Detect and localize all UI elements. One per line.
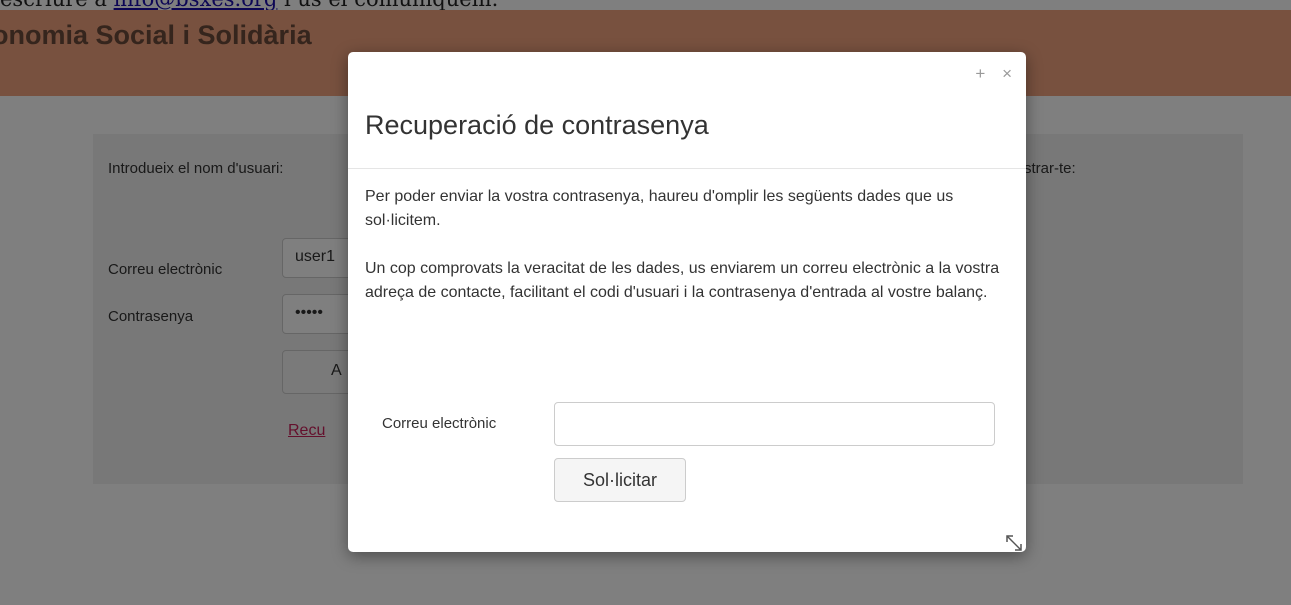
confirmation-paragraph: Un cop comprovats la veracitat de les da… [365,260,1000,301]
request-button[interactable]: Sol·licitar [554,458,686,502]
recovery-email-input[interactable] [554,402,995,446]
close-icon[interactable]: × [1002,64,1012,83]
password-recovery-dialog: + × Recuperació de contrasenya Per poder… [348,52,1026,552]
modal-divider [348,168,1026,169]
modal-title: Recuperació de contrasenya [365,110,709,140]
maximize-icon[interactable]: + [975,64,985,83]
recovery-email-label: Correu electrònic [382,415,497,432]
modal-toolbar: + × [963,64,1012,84]
instructions-paragraph: Per poder enviar la vostra contrasenya, … [365,188,954,229]
resize-handle-icon[interactable] [1003,532,1025,554]
modal-body: Per poder enviar la vostra contrasenya, … [365,185,1013,329]
